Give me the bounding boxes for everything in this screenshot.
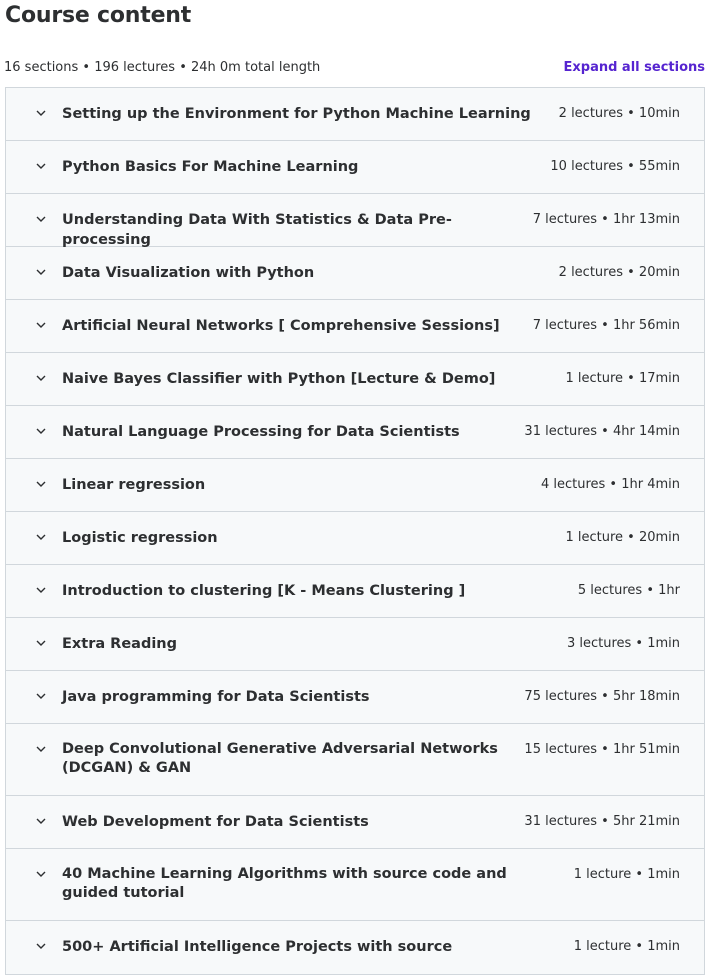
chevron-down-icon (34, 530, 48, 544)
section-row[interactable]: 40 Machine Learning Algorithms with sour… (6, 849, 704, 921)
section-info: 15 lectures • 1hr 51min (524, 742, 680, 757)
section-info: 1 lecture • 1min (573, 867, 680, 882)
section-title: Understanding Data With Statistics & Dat… (62, 212, 452, 248)
section-title: Extra Reading (62, 636, 178, 652)
section-title: 40 Machine Learning Algorithms with sour… (62, 866, 507, 901)
section-row[interactable]: Naive Bayes Classifier with Python [Lect… (6, 353, 704, 406)
chevron-down-icon (34, 814, 48, 828)
section-info: 3 lectures • 1min (566, 636, 680, 651)
chevron-down-icon (34, 212, 48, 226)
chevron-down-icon (34, 636, 48, 650)
chevron-down-icon (34, 689, 48, 703)
section-title: 500+ Artificial Intelligence Projects wi… (62, 939, 453, 955)
course-content-panel: Course content 16 sections • 196 lecture… (0, 0, 713, 980)
chevron-down-icon (34, 939, 48, 953)
section-row[interactable]: Setting up the Environment for Python Ma… (6, 88, 704, 141)
course-summary: 16 sections • 196 lectures • 24h 0m tota… (4, 60, 321, 75)
chevron-down-icon (34, 742, 48, 756)
section-info: 1 lecture • 17min (565, 371, 680, 386)
section-info: 10 lectures • 55min (550, 159, 680, 174)
section-row[interactable]: Web Development for Data Scientists 31 l… (6, 796, 704, 849)
chevron-down-icon (34, 867, 48, 881)
section-title: Natural Language Processing for Data Sci… (62, 424, 460, 440)
chevron-down-icon (34, 424, 48, 438)
section-title: Artificial Neural Networks [ Comprehensi… (62, 318, 500, 334)
page-title: Course content (5, 3, 192, 28)
section-row[interactable]: Python Basics For Machine Learning 10 le… (6, 141, 704, 194)
section-info: 2 lectures • 20min (558, 265, 680, 280)
section-info: 2 lectures • 10min (558, 106, 680, 121)
section-info: 7 lectures • 1hr 56min (532, 318, 680, 333)
section-title: Deep Convolutional Generative Adversaria… (62, 741, 498, 776)
section-list: Setting up the Environment for Python Ma… (5, 87, 705, 975)
section-row[interactable]: Linear regression 4 lectures • 1hr 4min (6, 459, 704, 512)
section-info: 31 lectures • 5hr 21min (524, 814, 680, 829)
section-info: 1 lecture • 1min (573, 939, 680, 954)
section-info: 75 lectures • 5hr 18min (524, 689, 680, 704)
section-title: Logistic regression (62, 530, 218, 546)
chevron-down-icon (34, 371, 48, 385)
section-row[interactable]: 500+ Artificial Intelligence Projects wi… (6, 921, 704, 974)
section-row[interactable]: Natural Language Processing for Data Sci… (6, 406, 704, 459)
chevron-down-icon (34, 318, 48, 332)
section-info: 1 lecture • 20min (565, 530, 680, 545)
chevron-down-icon (34, 583, 48, 597)
expand-all-sections-button[interactable]: Expand all sections (564, 60, 706, 75)
section-title: Data Visualization with Python (62, 265, 315, 281)
chevron-down-icon (34, 265, 48, 279)
section-row[interactable]: Java programming for Data Scientists 75 … (6, 671, 704, 724)
chevron-down-icon (34, 477, 48, 491)
section-row[interactable]: Data Visualization with Python 2 lecture… (6, 247, 704, 300)
section-info: 5 lectures • 1hr (577, 583, 680, 598)
section-title: Linear regression (62, 477, 206, 493)
section-title: Introduction to clustering [K - Means Cl… (62, 583, 466, 599)
section-title: Naive Bayes Classifier with Python [Lect… (62, 371, 496, 387)
chevron-down-icon (34, 159, 48, 173)
section-row[interactable]: Understanding Data With Statistics & Dat… (6, 194, 704, 248)
section-title: Java programming for Data Scientists (62, 689, 370, 705)
section-title: Setting up the Environment for Python Ma… (62, 106, 531, 122)
section-info: 4 lectures • 1hr 4min (540, 477, 680, 492)
section-title: Python Basics For Machine Learning (62, 159, 359, 175)
section-info: 7 lectures • 1hr 13min (532, 212, 680, 227)
section-title: Web Development for Data Scientists (62, 814, 369, 830)
section-row[interactable]: Logistic regression 1 lecture • 20min (6, 512, 704, 565)
section-row[interactable]: Extra Reading 3 lectures • 1min (6, 618, 704, 671)
section-row[interactable]: Deep Convolutional Generative Adversaria… (6, 724, 704, 796)
chevron-down-icon (34, 106, 48, 120)
section-row[interactable]: Artificial Neural Networks [ Comprehensi… (6, 300, 704, 353)
section-row[interactable]: Introduction to clustering [K - Means Cl… (6, 565, 704, 618)
section-info: 31 lectures • 4hr 14min (524, 424, 680, 439)
